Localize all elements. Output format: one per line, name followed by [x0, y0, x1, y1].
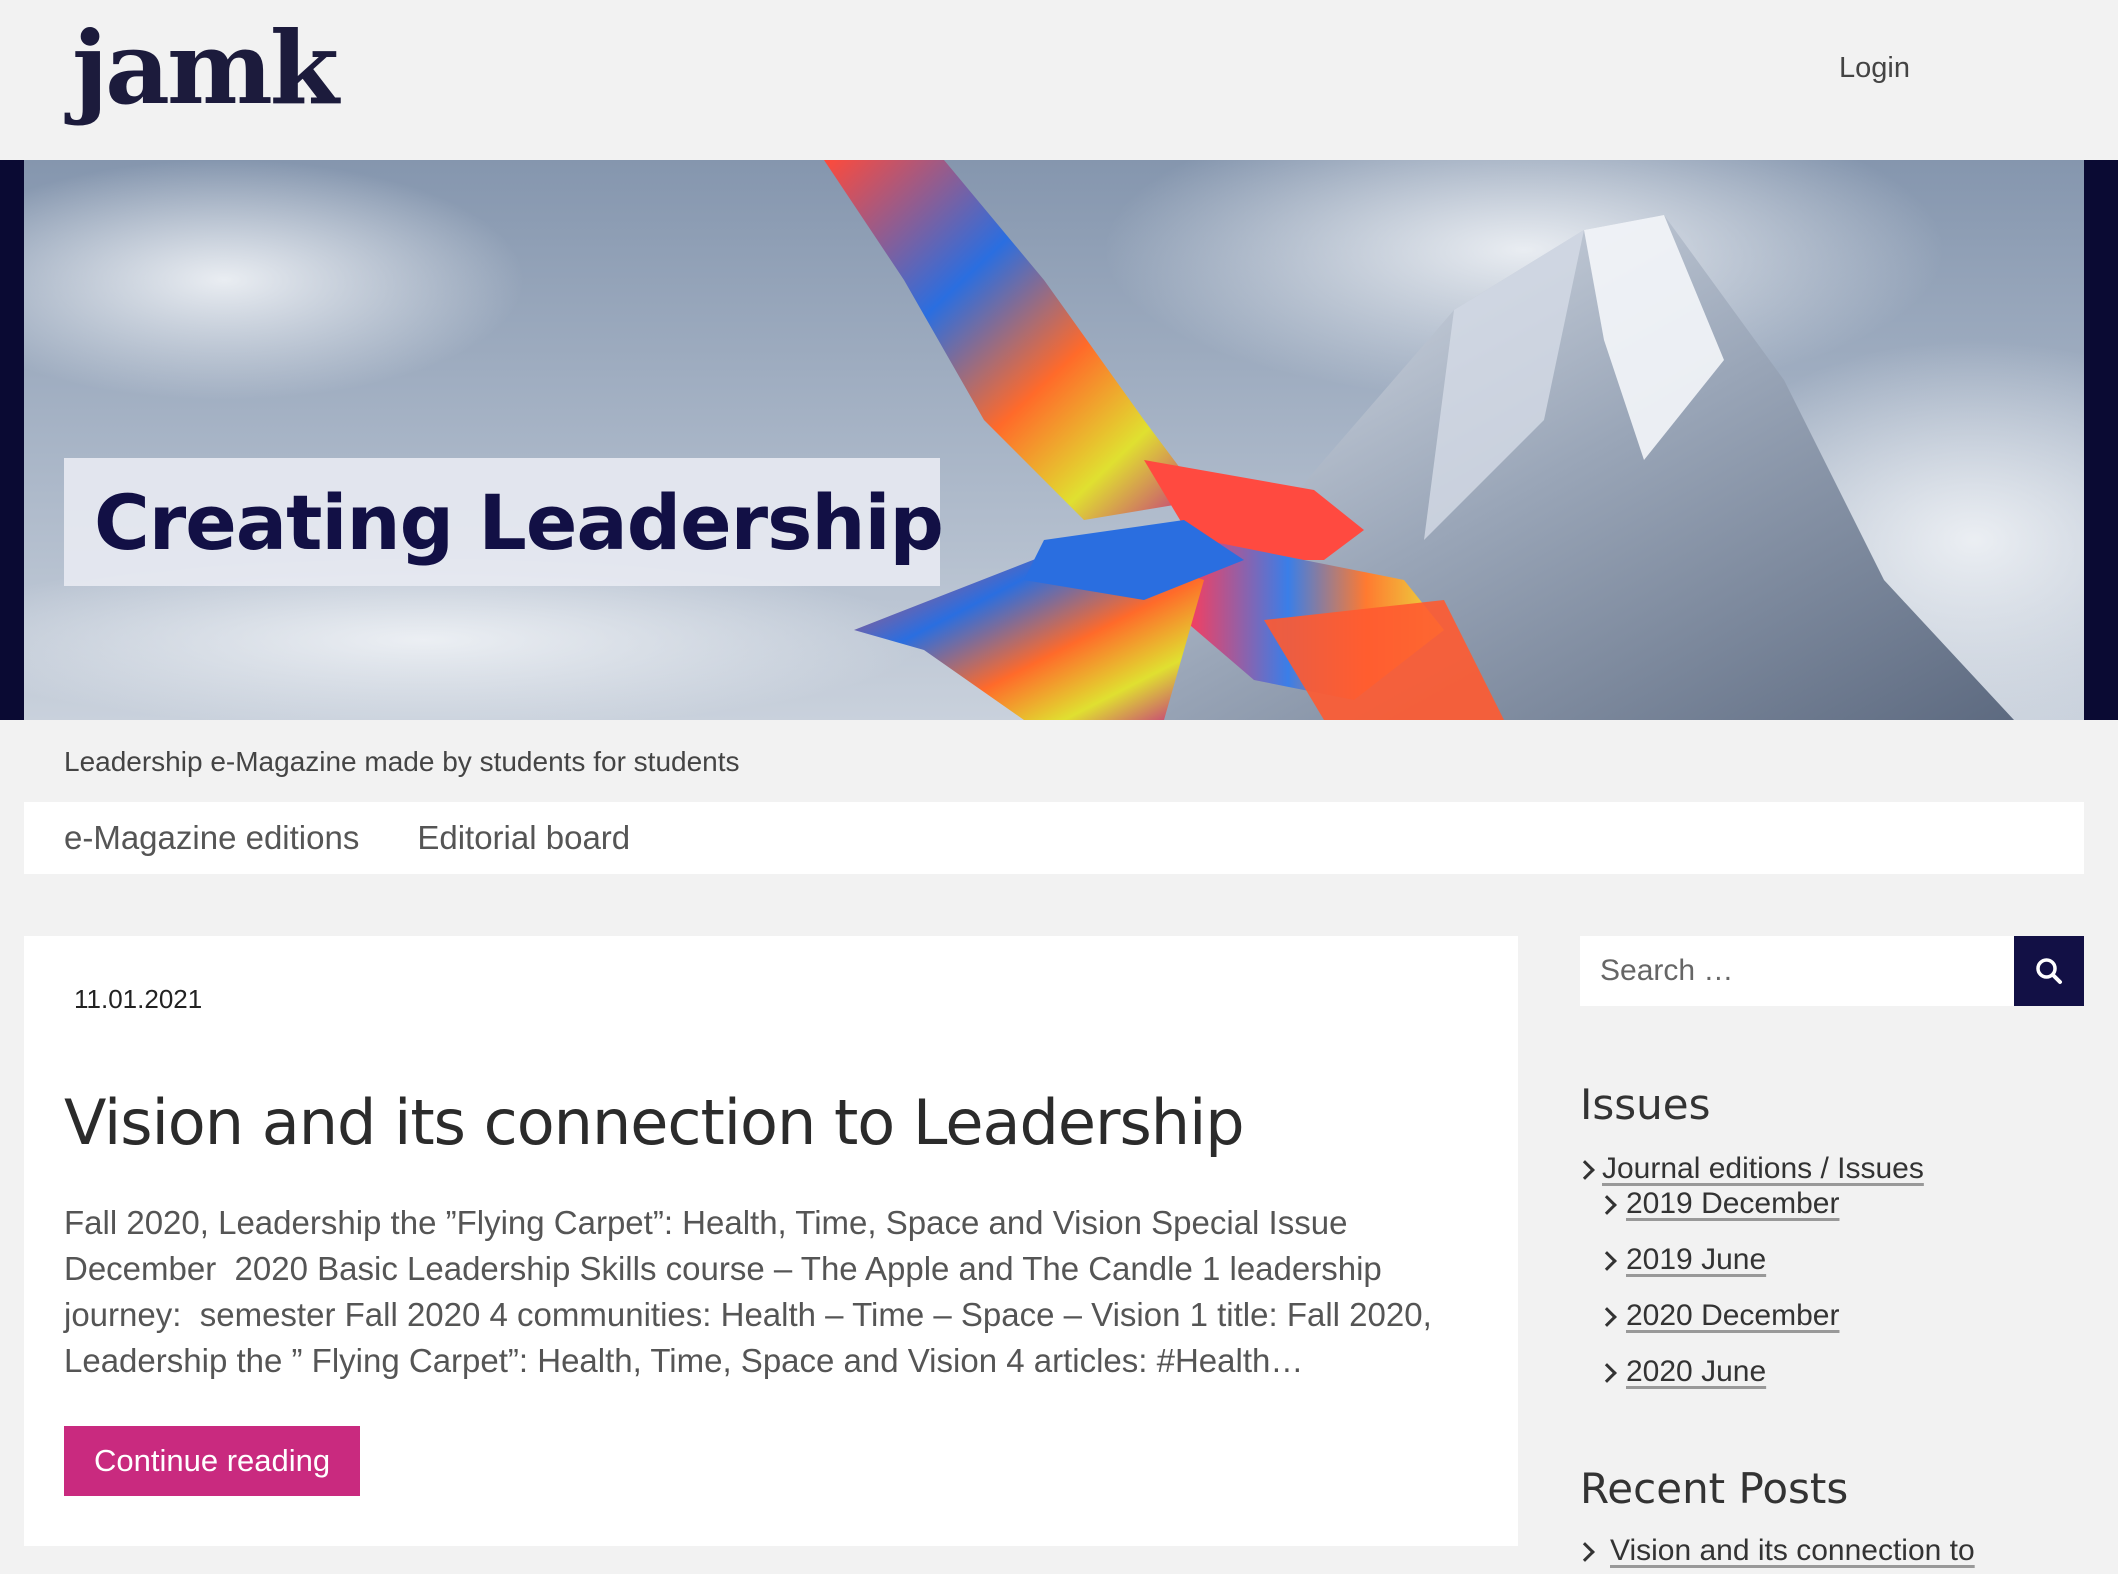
- site-title[interactable]: Creating Leadership: [94, 478, 944, 567]
- search-button[interactable]: [2014, 936, 2084, 1006]
- nav-item-emagazine-editions[interactable]: e-Magazine editions: [64, 819, 359, 857]
- chevron-right-icon: [1597, 1363, 1617, 1383]
- chevron-right-icon: [1597, 1307, 1617, 1327]
- chevron-right-icon: [1575, 1160, 1595, 1180]
- hero-title-box: Creating Leadership: [64, 458, 944, 586]
- issue-link[interactable]: 2019 December: [1626, 1187, 1839, 1221]
- chevron-right-icon: [1597, 1251, 1617, 1271]
- issues-widget-title: Issues: [1580, 1080, 1711, 1129]
- issue-link[interactable]: 2020 June: [1626, 1355, 1766, 1389]
- post-date: 11.01.2021: [74, 984, 203, 1014]
- recent-post-link[interactable]: Vision and its connection to: [1610, 1534, 1975, 1568]
- site-header: jamk Login: [0, 0, 2118, 160]
- post-card: 11.01.2021 Vision and its connection to …: [24, 936, 1518, 1546]
- login-link[interactable]: Login: [1839, 52, 1910, 85]
- post-title[interactable]: Vision and its connection to Leadership: [64, 1086, 1245, 1159]
- hero-banner: Creating Leadership: [0, 160, 2118, 720]
- jamk-logo[interactable]: jamk: [72, 8, 339, 128]
- chevron-right-icon: [1575, 1542, 1595, 1562]
- hero-image: [24, 160, 2084, 720]
- continue-reading-button[interactable]: Continue reading: [64, 1426, 361, 1496]
- recent-posts-widget-title: Recent Posts: [1580, 1464, 1849, 1513]
- search-form: [1580, 936, 2084, 1006]
- site-tagline: Leadership e-Magazine made by students f…: [64, 746, 740, 777]
- search-icon: [2036, 958, 2062, 984]
- issues-journal-editions-link[interactable]: Journal editions / Issues: [1602, 1152, 1924, 1186]
- nav-item-editorial-board[interactable]: Editorial board: [417, 819, 630, 857]
- chevron-right-icon: [1597, 1195, 1617, 1215]
- search-input[interactable]: [1580, 936, 2014, 1006]
- post-excerpt: Fall 2020, Leadership the ”Flying Carpet…: [64, 1204, 1432, 1379]
- issue-link[interactable]: 2020 December: [1626, 1299, 1839, 1333]
- main-navigation: e-Magazine editions Editorial board: [24, 802, 2084, 874]
- issue-link[interactable]: 2019 June: [1626, 1243, 1766, 1277]
